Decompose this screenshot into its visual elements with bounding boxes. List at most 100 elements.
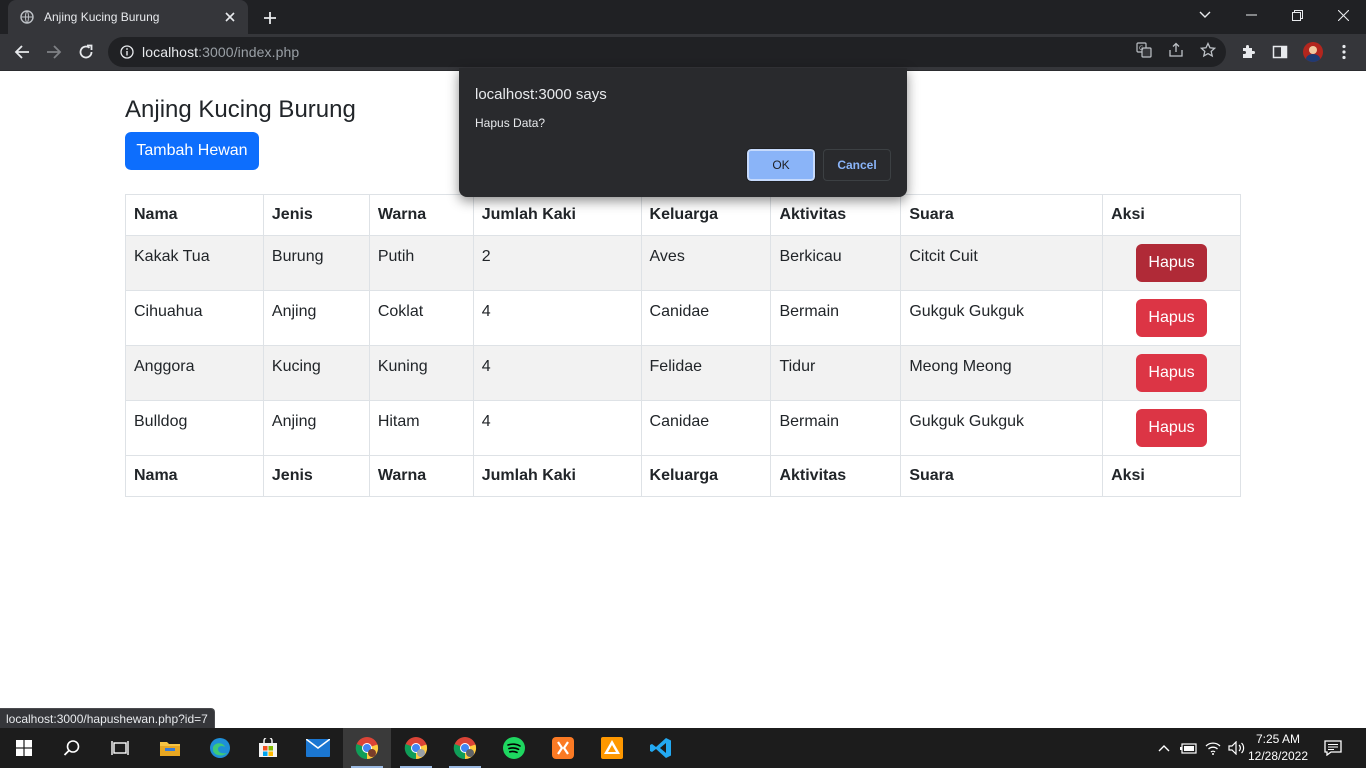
table-row: Cihuahua Anjing Coklat 4 Canidae Bermain… xyxy=(125,290,1241,346)
address-bar[interactable]: localhost:3000/index.php xyxy=(108,37,1226,67)
restore-icon[interactable] xyxy=(1274,0,1320,30)
back-icon[interactable] xyxy=(9,39,35,65)
column-footer: Jenis xyxy=(262,455,370,497)
delete-button[interactable]: Hapus xyxy=(1136,244,1208,282)
mail-icon[interactable] xyxy=(294,728,342,768)
cell-warna: Coklat xyxy=(368,290,474,346)
cell-jumlah-kaki: 2 xyxy=(472,235,642,291)
cell-keluarga: Canidae xyxy=(640,400,772,456)
new-tab-icon[interactable] xyxy=(258,6,282,30)
vscode-icon[interactable] xyxy=(637,728,685,768)
sublime-icon[interactable] xyxy=(588,728,636,768)
cell-jumlah-kaki: 4 xyxy=(472,400,642,456)
profile-avatar[interactable] xyxy=(1303,42,1323,62)
column-header: Warna xyxy=(368,194,474,236)
cell-jenis: Anjing xyxy=(262,290,370,346)
dialog-ok-button[interactable]: OK xyxy=(746,148,816,182)
tab-strip: Anjing Kucing Burung xyxy=(0,0,1366,34)
windows-taskbar: 7:25 AM 12/28/2022 xyxy=(0,728,1366,768)
cell-jenis: Anjing xyxy=(262,400,370,456)
share-icon[interactable] xyxy=(1166,40,1186,60)
globe-icon xyxy=(20,10,34,24)
xampp-icon[interactable] xyxy=(539,728,587,768)
search-icon[interactable] xyxy=(48,728,96,768)
store-icon[interactable] xyxy=(244,728,292,768)
delete-button[interactable]: Hapus xyxy=(1136,354,1208,392)
forward-icon[interactable] xyxy=(41,39,67,65)
delete-button[interactable]: Hapus xyxy=(1136,299,1208,337)
cell-jumlah-kaki: 4 xyxy=(472,345,642,401)
url-text: localhost:3000/index.php xyxy=(142,44,300,60)
column-header: Jumlah Kaki xyxy=(472,194,642,236)
spotify-icon[interactable] xyxy=(490,728,538,768)
dialog-message: Hapus Data? xyxy=(475,116,546,130)
browser-tab[interactable]: Anjing Kucing Burung xyxy=(8,0,248,34)
bookmark-star-icon[interactable] xyxy=(1198,40,1218,60)
add-animal-button[interactable]: Tambah Hewan xyxy=(125,132,259,170)
extensions-icon[interactable] xyxy=(1238,42,1258,62)
tab-search-icon[interactable] xyxy=(1182,0,1228,30)
windows-start-icon[interactable] xyxy=(0,728,48,768)
cell-keluarga: Aves xyxy=(640,235,772,291)
info-icon[interactable] xyxy=(120,45,134,59)
cell-aksi: Hapus xyxy=(1102,235,1241,291)
clock-time: 7:25 AM xyxy=(1255,732,1301,746)
column-footer: Nama xyxy=(125,455,264,497)
edge-icon[interactable] xyxy=(196,728,244,768)
table-row: Bulldog Anjing Hitam 4 Canidae Bermain G… xyxy=(125,400,1241,456)
close-window-icon[interactable] xyxy=(1320,0,1366,30)
file-explorer-icon[interactable] xyxy=(146,728,194,768)
cell-aktivitas: Tidur xyxy=(770,345,902,401)
cell-jumlah-kaki: 4 xyxy=(472,290,642,346)
system-clock[interactable]: 7:25 AM 12/28/2022 xyxy=(1244,731,1312,765)
table-footer-row: Nama Jenis Warna Jumlah Kaki Keluarga Ak… xyxy=(125,455,1241,497)
cell-suara: Gukguk Gukguk xyxy=(900,290,1104,346)
side-panel-icon[interactable] xyxy=(1270,42,1290,62)
column-header: Aksi xyxy=(1102,194,1241,236)
column-footer: Aktivitas xyxy=(770,455,902,497)
close-tab-icon[interactable] xyxy=(222,9,238,25)
cell-aksi: Hapus xyxy=(1102,290,1241,346)
column-header: Aktivitas xyxy=(770,194,902,236)
column-header: Suara xyxy=(900,194,1104,236)
delete-button[interactable]: Hapus xyxy=(1136,409,1208,447)
notification-icon[interactable] xyxy=(1320,728,1346,768)
minimize-icon[interactable] xyxy=(1228,0,1274,30)
svg-text:G: G xyxy=(1139,45,1144,52)
cell-nama: Anggora xyxy=(125,345,264,401)
chrome-icon[interactable] xyxy=(392,728,440,768)
cell-warna: Kuning xyxy=(368,345,474,401)
chevron-up-icon[interactable] xyxy=(1154,728,1174,768)
tab-title: Anjing Kucing Burung xyxy=(44,10,160,24)
link-status-bubble: localhost:3000/hapushewan.php?id=7 xyxy=(0,708,215,728)
cell-aksi: Hapus xyxy=(1102,345,1241,401)
cell-aktivitas: Berkicau xyxy=(770,235,902,291)
dialog-cancel-button[interactable]: Cancel xyxy=(823,149,891,181)
confirm-dialog: localhost:3000 says Hapus Data? OK Cance… xyxy=(459,68,907,197)
column-header: Nama xyxy=(125,194,264,236)
translate-icon[interactable]: G xyxy=(1134,40,1154,60)
table-row: Anggora Kucing Kuning 4 Felidae Tidur Me… xyxy=(125,345,1241,401)
reload-icon[interactable] xyxy=(73,39,99,65)
page-title: Anjing Kucing Burung xyxy=(125,96,356,123)
cell-keluarga: Felidae xyxy=(640,345,772,401)
chrome-icon[interactable] xyxy=(343,728,391,768)
clock-date: 12/28/2022 xyxy=(1247,749,1309,763)
dialog-title: localhost:3000 says xyxy=(475,86,607,103)
cell-nama: Kakak Tua xyxy=(125,235,264,291)
battery-icon[interactable] xyxy=(1178,728,1200,768)
cell-warna: Putih xyxy=(368,235,474,291)
task-view-icon[interactable] xyxy=(96,728,144,768)
column-header: Keluarga xyxy=(640,194,772,236)
cell-jenis: Burung xyxy=(262,235,370,291)
wifi-icon[interactable] xyxy=(1202,728,1224,768)
chrome-icon[interactable] xyxy=(441,728,489,768)
cell-suara: Citcit Cuit xyxy=(900,235,1104,291)
cell-suara: Meong Meong xyxy=(900,345,1104,401)
animal-table: Nama Jenis Warna Jumlah Kaki Keluarga Ak… xyxy=(125,194,1241,497)
cell-nama: Bulldog xyxy=(125,400,264,456)
cell-warna: Hitam xyxy=(368,400,474,456)
column-footer: Aksi xyxy=(1102,455,1241,497)
cell-jenis: Kucing xyxy=(262,345,370,401)
kebab-menu-icon[interactable] xyxy=(1334,42,1354,62)
